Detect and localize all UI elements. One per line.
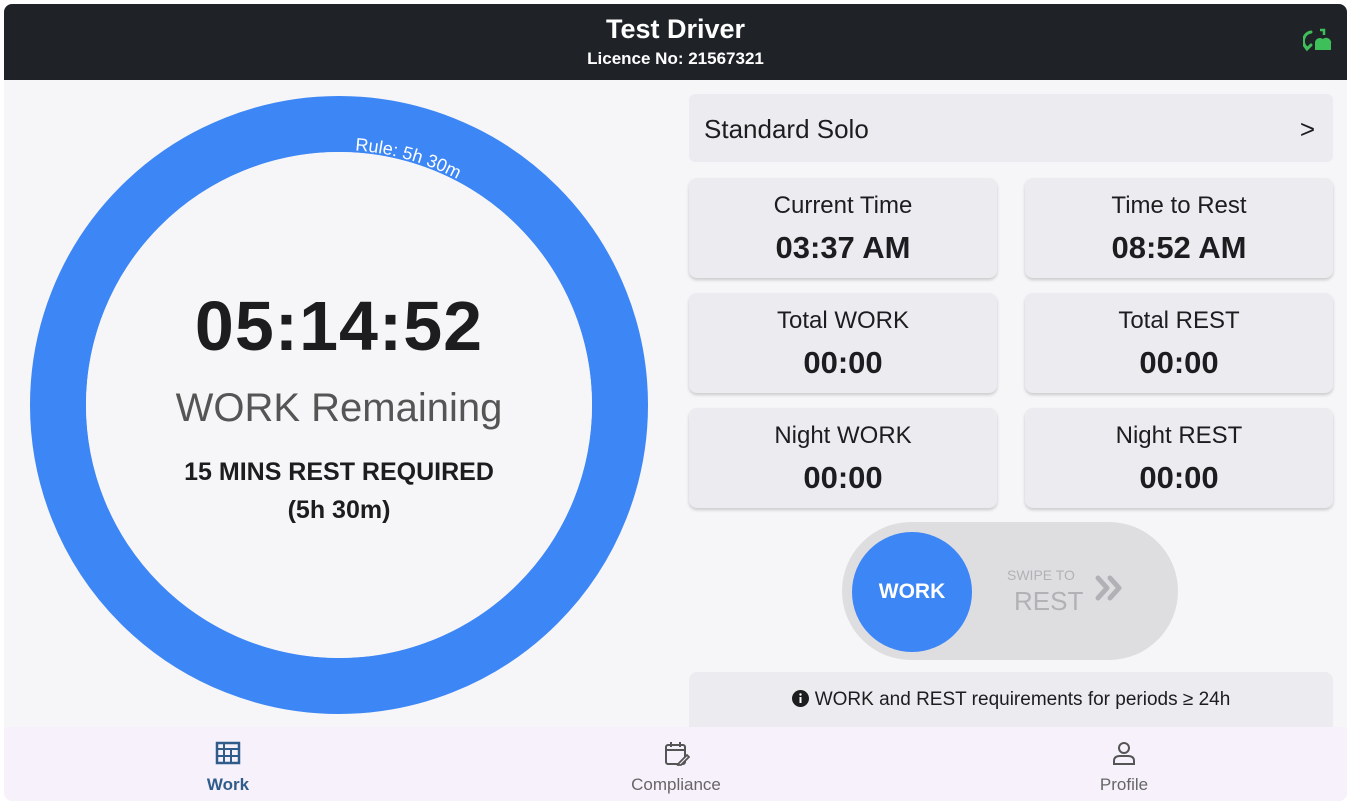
nav-item-profile[interactable]: Profile bbox=[900, 727, 1347, 801]
calendar-edit-icon bbox=[665, 742, 690, 766]
stat-value: 00:00 bbox=[1139, 460, 1219, 495]
stat-value: 03:37 AM bbox=[775, 230, 911, 265]
info-icon bbox=[791, 690, 809, 707]
stat-value: 00:00 bbox=[1139, 345, 1219, 380]
person-icon bbox=[1113, 742, 1135, 765]
nav-item-compliance[interactable]: Compliance bbox=[452, 727, 900, 801]
stat-label: Total WORK bbox=[776, 307, 910, 334]
work-status-label: WORK Remaining bbox=[175, 386, 503, 430]
nav-label: Profile bbox=[1099, 775, 1149, 794]
requirements-info-text: WORK and REST requirements for periods ≥… bbox=[814, 689, 1231, 710]
nav-label: Work bbox=[206, 775, 250, 794]
stat-label: Current Time bbox=[773, 192, 913, 219]
stat-value: 00:00 bbox=[803, 345, 883, 380]
stat-current-time: Current Time 03:37 AM bbox=[689, 178, 997, 278]
stat-value: 00:00 bbox=[803, 460, 883, 495]
stat-value: 08:52 AM bbox=[1111, 230, 1247, 265]
nav-item-work[interactable]: Work bbox=[4, 727, 452, 801]
requirements-info-link[interactable]: WORK and REST requirements for periods ≥… bbox=[689, 672, 1333, 734]
stat-total-rest: Total REST 00:00 bbox=[1025, 293, 1333, 393]
stat-label: Time to Rest bbox=[1111, 192, 1247, 219]
ring-content: 05:14:52 WORK Remaining 15 MINS REST REQ… bbox=[30, 96, 648, 714]
work-state-knob[interactable]: WORK bbox=[852, 532, 972, 652]
driver-name: Test Driver bbox=[605, 14, 746, 44]
stat-night-rest: Night REST 00:00 bbox=[1025, 408, 1333, 508]
rest-required-label: 15 MINS REST REQUIRED bbox=[184, 458, 494, 486]
work-remaining-timer: 05:14:52 bbox=[194, 287, 484, 365]
app-header: Test Driver Licence No: 21567321 bbox=[4, 4, 1347, 80]
chevron-right-icon: > bbox=[1299, 114, 1315, 144]
bottom-navigation: Work Compliance Profile bbox=[4, 727, 1347, 801]
stat-total-work: Total WORK 00:00 bbox=[689, 293, 997, 393]
work-grid-icon bbox=[215, 741, 241, 765]
cloud-sync-icon[interactable] bbox=[1303, 28, 1333, 56]
stat-label: Total REST bbox=[1118, 307, 1240, 334]
double-chevron-right-icon bbox=[1095, 575, 1122, 601]
stat-label: Night WORK bbox=[774, 422, 912, 449]
nav-label: Compliance bbox=[631, 775, 721, 794]
swipe-hint: SWIPE TO bbox=[1007, 567, 1075, 583]
stat-night-work: Night WORK 00:00 bbox=[689, 408, 997, 508]
rule-set-label: Standard Solo bbox=[704, 114, 869, 144]
rule-set-selector[interactable]: Standard Solo > bbox=[689, 94, 1333, 162]
rest-required-sub: (5h 30m) bbox=[287, 496, 391, 524]
swipe-target-label: REST bbox=[1014, 586, 1084, 616]
licence-number: Licence No: 21567321 bbox=[587, 49, 764, 68]
stat-label: Night REST bbox=[1115, 422, 1243, 449]
app-frame: Test Driver Licence No: 21567321 Rule: 5… bbox=[4, 4, 1347, 801]
stat-time-to-rest: Time to Rest 08:52 AM bbox=[1025, 178, 1333, 278]
swipe-to-rest-toggle[interactable]: WORK SWIPE TO REST bbox=[842, 522, 1178, 660]
